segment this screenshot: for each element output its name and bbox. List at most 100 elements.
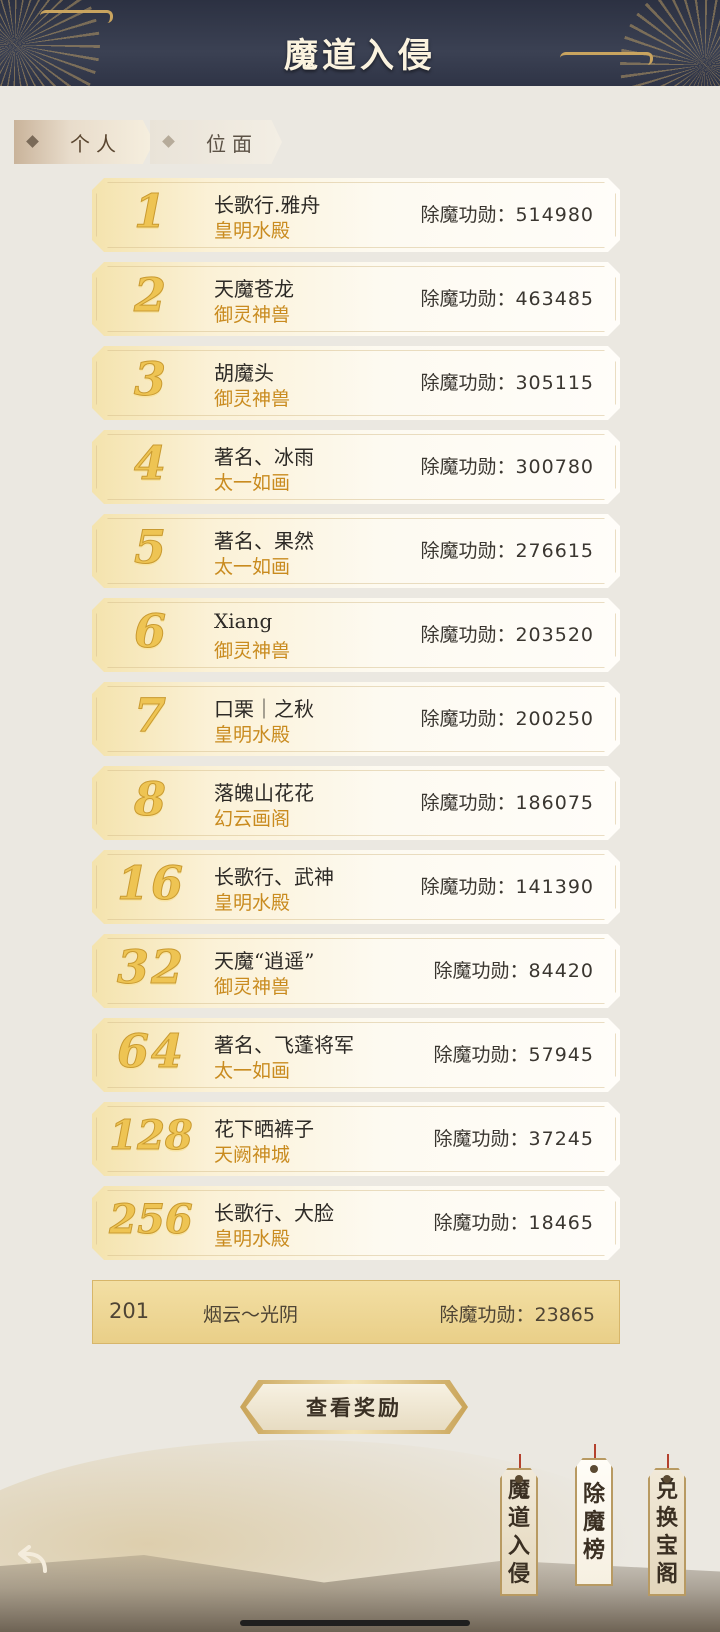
ranking-row[interactable]: 1 长歌行.雅舟 皇明水殿 除魔功勋：514980: [92, 178, 620, 252]
merit-label: 除魔功勋：: [420, 456, 516, 478]
merit-value: 84420: [528, 960, 594, 982]
home-indicator[interactable]: [240, 1620, 470, 1626]
merit-value: 37245: [528, 1128, 594, 1150]
player-faction: 御灵神兽: [214, 640, 291, 662]
tag-demon-invasion[interactable]: 魔道入侵: [500, 1468, 538, 1596]
ranking-row[interactable]: 4 著名、冰雨 太一如画 除魔功勋：300780: [92, 430, 620, 504]
merit-value: 57945: [528, 1044, 594, 1066]
merit-label: 除魔功勋：: [433, 1044, 529, 1066]
rank-number: 256: [109, 1196, 193, 1243]
ranking-row[interactable]: 2 天魔苍龙 御灵神兽 除魔功勋：463485: [92, 262, 620, 336]
merit-score: 除魔功勋：463485: [420, 284, 594, 311]
merit-score: 除魔功勋：18465: [434, 1208, 594, 1235]
merit-score: 除魔功勋：305115: [420, 368, 594, 395]
ranking-row[interactable]: 7 口栗｜之秋 皇明水殿 除魔功勋：200250: [92, 682, 620, 756]
header-banner: 魔道入侵: [0, 0, 720, 86]
tag-label: 魔道入侵: [507, 1477, 530, 1587]
rank-number: 2: [133, 268, 168, 322]
ranking-row[interactable]: 256 长歌行、大脸 皇明水殿 除魔功勋：18465: [92, 1186, 620, 1260]
rank-number: 1: [133, 184, 168, 238]
merit-score: 除魔功勋：200250: [420, 704, 594, 731]
player-name: 著名、飞蓬将军: [214, 1033, 354, 1057]
player-faction: 皇明水殿: [214, 1228, 291, 1250]
back-button[interactable]: [12, 1540, 52, 1580]
merit-value: 203520: [515, 624, 594, 646]
ranking-row[interactable]: 3 胡魔头 御灵神兽 除魔功勋：305115: [92, 346, 620, 420]
merit-score: 除魔功勋：84420: [434, 956, 594, 983]
merit-label: 除魔功勋：: [420, 288, 516, 310]
merit-score: 除魔功勋：276615: [420, 536, 594, 563]
tag-demon-ranking[interactable]: 除魔榜: [575, 1458, 613, 1586]
player-name: 著名、果然: [214, 529, 314, 553]
merit-label: 除魔功勋：: [420, 204, 516, 226]
tag-exchange-treasury[interactable]: 兑换宝阁: [648, 1468, 686, 1596]
diamond-icon: [26, 135, 40, 149]
player-name: 天魔“逍遥”: [214, 949, 315, 973]
ranking-row[interactable]: 16 长歌行、武神 皇明水殿 除魔功勋：141390: [92, 850, 620, 924]
player-name: 著名、冰雨: [214, 445, 314, 469]
merit-score: 除魔功勋：37245: [434, 1124, 594, 1151]
rank-number: 6: [133, 604, 168, 658]
merit-score: 除魔功勋：57945: [434, 1040, 594, 1067]
merit-value: 23865: [534, 1304, 595, 1326]
merit-label: 除魔功勋：: [420, 624, 516, 646]
rank-number: 64: [116, 1024, 185, 1078]
merit-label: 除魔功勋：: [420, 708, 516, 730]
rank-number: 16: [116, 856, 185, 910]
merit-value: 141390: [515, 876, 594, 898]
merit-value: 305115: [515, 372, 594, 394]
tag-label: 兑换宝阁: [655, 1477, 678, 1587]
player-faction: 皇明水殿: [214, 724, 291, 746]
tab-plane[interactable]: 位面: [150, 120, 282, 164]
merit-value: 200250: [515, 708, 594, 730]
rank-number: 3: [133, 352, 168, 406]
merit-value: 463485: [515, 288, 594, 310]
merit-value: 276615: [515, 540, 594, 562]
player-faction: 天阙神城: [214, 1144, 291, 1166]
merit-label: 除魔功勋：: [420, 372, 516, 394]
player-faction: 幻云画阁: [214, 808, 291, 830]
merit-label: 除魔功勋：: [439, 1304, 535, 1326]
player-name: 落魄山花花: [214, 781, 314, 805]
my-rank-number: 201: [109, 1299, 150, 1323]
player-name: 长歌行、武神: [214, 865, 334, 889]
rank-number: 5: [133, 520, 168, 574]
rank-number: 7: [133, 688, 168, 742]
merit-label: 除魔功勋：: [433, 1128, 529, 1150]
ranking-row[interactable]: 64 著名、飞蓬将军 太一如画 除魔功勋：57945: [92, 1018, 620, 1092]
player-name: 长歌行、大脸: [214, 1201, 334, 1225]
merit-score: 除魔功勋：514980: [420, 200, 594, 227]
cloud-ornament-icon: [40, 10, 113, 23]
ranking-row[interactable]: 5 著名、果然 太一如画 除魔功勋：276615: [92, 514, 620, 588]
merit-value: 300780: [515, 456, 594, 478]
merit-score: 除魔功勋：186075: [420, 788, 594, 815]
my-merit-score: 除魔功勋：23865: [440, 1300, 595, 1327]
view-rewards-button[interactable]: 查看奖励: [246, 1384, 462, 1430]
player-faction: 皇明水殿: [214, 892, 291, 914]
player-faction: 御灵神兽: [214, 976, 291, 998]
tab-personal[interactable]: 个人: [14, 120, 154, 164]
player-faction: 皇明水殿: [214, 220, 291, 242]
player-faction: 太一如画: [214, 1060, 291, 1082]
merit-label: 除魔功勋：: [433, 1212, 529, 1234]
ranking-row[interactable]: 128 花下晒裤子 天阙神城 除魔功勋：37245: [92, 1102, 620, 1176]
rank-number: 128: [109, 1112, 193, 1159]
merit-label: 除魔功勋：: [420, 876, 516, 898]
tab-label: 位面: [206, 131, 258, 156]
merit-label: 除魔功勋：: [420, 792, 516, 814]
merit-score: 除魔功勋：300780: [420, 452, 594, 479]
ranking-row[interactable]: 8 落魄山花花 幻云画阁 除魔功勋：186075: [92, 766, 620, 840]
ranking-row[interactable]: 6 Xiang 御灵神兽 除魔功勋：203520: [92, 598, 620, 672]
tab-label: 个人: [70, 131, 122, 156]
merit-label: 除魔功勋：: [433, 960, 529, 982]
player-faction: 御灵神兽: [214, 388, 291, 410]
ranking-row[interactable]: 32 天魔“逍遥” 御灵神兽 除魔功勋：84420: [92, 934, 620, 1008]
merit-score: 除魔功勋：141390: [420, 872, 594, 899]
player-faction: 太一如画: [214, 556, 291, 578]
rank-number: 8: [133, 772, 168, 826]
rank-number: 4: [133, 436, 168, 490]
my-rank-bar: 201 烟云～光阴 除魔功勋：23865: [92, 1280, 620, 1344]
merit-value: 18465: [528, 1212, 594, 1234]
player-name: 长歌行.雅舟: [214, 193, 321, 217]
back-arrow-icon: [18, 1545, 47, 1573]
